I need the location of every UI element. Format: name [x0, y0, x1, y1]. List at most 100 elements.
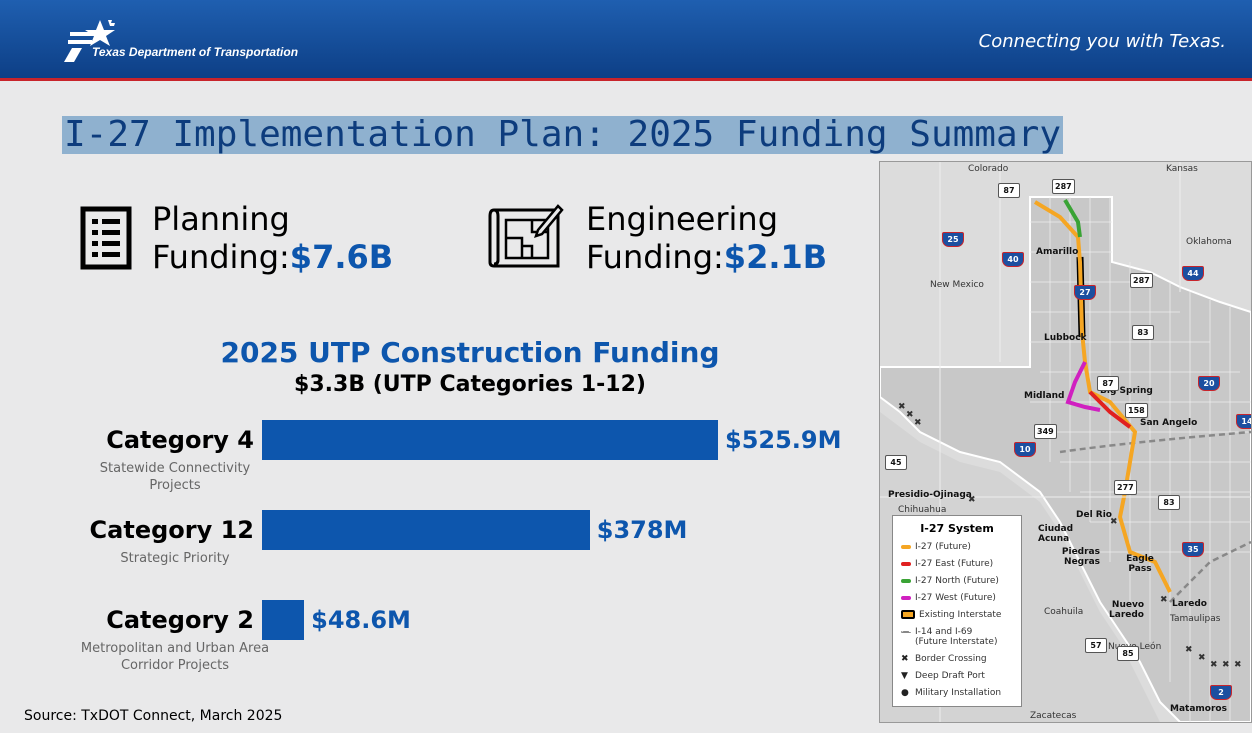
- legend-item: ● Military Installation: [901, 688, 1001, 698]
- tagline: Connecting you with Texas.: [978, 31, 1226, 52]
- legend-label: I-27 East (Future): [915, 559, 994, 569]
- highway-shield: 45: [885, 455, 907, 470]
- map-label-kansas: Kansas: [1166, 164, 1198, 174]
- highway-shield: 87: [1097, 376, 1119, 391]
- engineering-funding-label: Funding:: [586, 238, 724, 276]
- highway-shield: 83: [1132, 325, 1154, 340]
- legend-label-secondary: (Future Interstate): [915, 637, 998, 647]
- svg-text:✖: ✖: [914, 418, 922, 428]
- highway-shield: 87: [998, 183, 1020, 198]
- agency-name: Texas Department of Transportation: [92, 45, 299, 59]
- legend-item: ✖ Border Crossing: [901, 654, 987, 664]
- legend-title: I-27 System: [920, 522, 994, 535]
- highway-shield: 40: [1002, 252, 1024, 267]
- svg-text:✖: ✖: [1198, 653, 1206, 663]
- legend-item: I-27 East (Future): [901, 559, 993, 569]
- legend-label: I-27 North (Future): [915, 576, 999, 586]
- city-ciudad-acuna: Ciudad Acuna: [1038, 524, 1074, 544]
- svg-text:✖: ✖: [1160, 595, 1168, 605]
- svg-text:✖: ✖: [906, 410, 914, 420]
- svg-text:✖: ✖: [1185, 645, 1193, 655]
- legend-swatch: [901, 630, 911, 633]
- highway-shield: 158: [1125, 403, 1148, 418]
- construction-funding-title: 2025 UTP Construction Funding: [220, 336, 720, 369]
- bar-value-label: $525.9M: [725, 426, 842, 454]
- legend-item: ▼ Deep Draft Port: [901, 671, 985, 681]
- bar-value-label: $378M: [596, 516, 688, 544]
- construction-funding-subtitle: $3.3B (UTP Categories 1-12): [294, 372, 646, 397]
- engineering-funding-metric: Engineering Funding:$2.1B: [586, 200, 827, 276]
- bar-value-label: $48.6M: [311, 606, 411, 634]
- city-del-rio: Del Rio: [1076, 510, 1112, 520]
- legend-symbol-icon: ▼: [901, 671, 908, 681]
- engineering-label: Engineering: [586, 200, 778, 238]
- map-label-tamaulipas: Tamaulipas: [1170, 614, 1221, 624]
- highway-shield: 25: [942, 232, 964, 247]
- city-laredo: Laredo: [1172, 599, 1207, 609]
- highway-shield: 287: [1052, 179, 1075, 194]
- highway-shield: 35: [1182, 542, 1204, 557]
- planning-funding-label: Funding:: [152, 238, 290, 276]
- planning-funding-metric: Planning Funding:$7.6B: [152, 200, 393, 276]
- svg-text:✖: ✖: [1234, 660, 1242, 670]
- map-label-chihuahua: Chihuahua: [898, 505, 947, 515]
- highway-shield: 20: [1198, 376, 1220, 391]
- map-legend: I-27 System I-27 (Future) I-27 East (Futu…: [892, 515, 1022, 707]
- city-eagle-pass: Eagle Pass: [1126, 554, 1154, 574]
- highway-shield: 14: [1236, 414, 1251, 429]
- legend-swatch: [901, 544, 911, 549]
- legend-swatch: [901, 561, 911, 566]
- city-lubbock: Lubbock: [1044, 333, 1087, 343]
- bar-category-description: Strategic Priority: [120, 551, 230, 566]
- legend-label: Border Crossing: [915, 654, 987, 664]
- engineering-funding-value: $2.1B: [723, 238, 828, 276]
- highway-shield: 85: [1117, 646, 1139, 661]
- planning-label: Planning: [152, 200, 290, 238]
- legend-symbol-icon: ●: [901, 688, 909, 698]
- bar-category-label: Category 12: [89, 516, 254, 544]
- legend-swatch: [901, 578, 911, 583]
- funding-bar: [262, 420, 718, 460]
- legend-item: I-14 and I-69 (Future Interstate): [901, 627, 997, 647]
- legend-swatch: [901, 595, 911, 600]
- legend-item: Existing Interstate: [901, 610, 1001, 620]
- blueprint-icon: [488, 204, 564, 268]
- city-presidio-ojinaga: Presidio-Ojinaga: [888, 490, 972, 500]
- map-label-colorado: Colorado: [968, 164, 1009, 174]
- legend-item: I-27 North (Future): [901, 576, 999, 586]
- page-title-highlight: I-27 Implementation Plan: 2025 Funding S…: [62, 116, 1063, 154]
- map-label-new-mexico: New Mexico: [930, 280, 984, 290]
- highway-shield: 349: [1034, 424, 1057, 439]
- svg-text:✖: ✖: [1222, 660, 1230, 670]
- highway-shield: 83: [1158, 495, 1180, 510]
- city-san-angelo: San Angelo: [1140, 418, 1198, 428]
- funding-bar: [262, 510, 590, 550]
- city-amarillo: Amarillo: [1036, 247, 1079, 257]
- legend-label: Existing Interstate: [919, 610, 1002, 620]
- legend-label: Deep Draft Port: [915, 671, 985, 681]
- highway-shield: 277: [1114, 480, 1137, 495]
- highway-shield: 27: [1074, 285, 1096, 300]
- highway-shield: 57: [1085, 638, 1107, 653]
- checklist-icon: [80, 206, 132, 270]
- highway-shield: 10: [1014, 442, 1036, 457]
- page-title: I-27 Implementation Plan: 2025 Funding S…: [64, 114, 1061, 155]
- bar-category-description: Metropolitan and Urban Area Corridor Pro…: [80, 641, 270, 673]
- highway-shield: 44: [1182, 266, 1204, 281]
- legend-symbol-icon: ✖: [901, 654, 909, 664]
- bar-category-description: Statewide Connectivity Projects: [99, 461, 251, 493]
- legend-item: I-27 (Future): [901, 542, 971, 552]
- source-note: Source: TxDOT Connect, March 2025: [24, 708, 283, 724]
- bar-category-label: Category 2: [106, 606, 254, 634]
- legend-label: I-27 West (Future): [915, 593, 996, 603]
- highway-shield: 2: [1210, 685, 1232, 700]
- planning-funding-value: $7.6B: [289, 238, 394, 276]
- city-nuevo-laredo: Nuevo Laredo: [1109, 600, 1144, 620]
- legend-label: I-27 (Future): [915, 542, 971, 552]
- legend-item: I-27 West (Future): [901, 593, 996, 603]
- legend-swatch: [901, 610, 915, 619]
- bar-category-label: Category 4: [106, 426, 254, 454]
- legend-label: I-14 and I-69: [915, 627, 973, 637]
- city-matamoros: Matamoros: [1170, 704, 1227, 714]
- map-label-oklahoma: Oklahoma: [1186, 237, 1232, 247]
